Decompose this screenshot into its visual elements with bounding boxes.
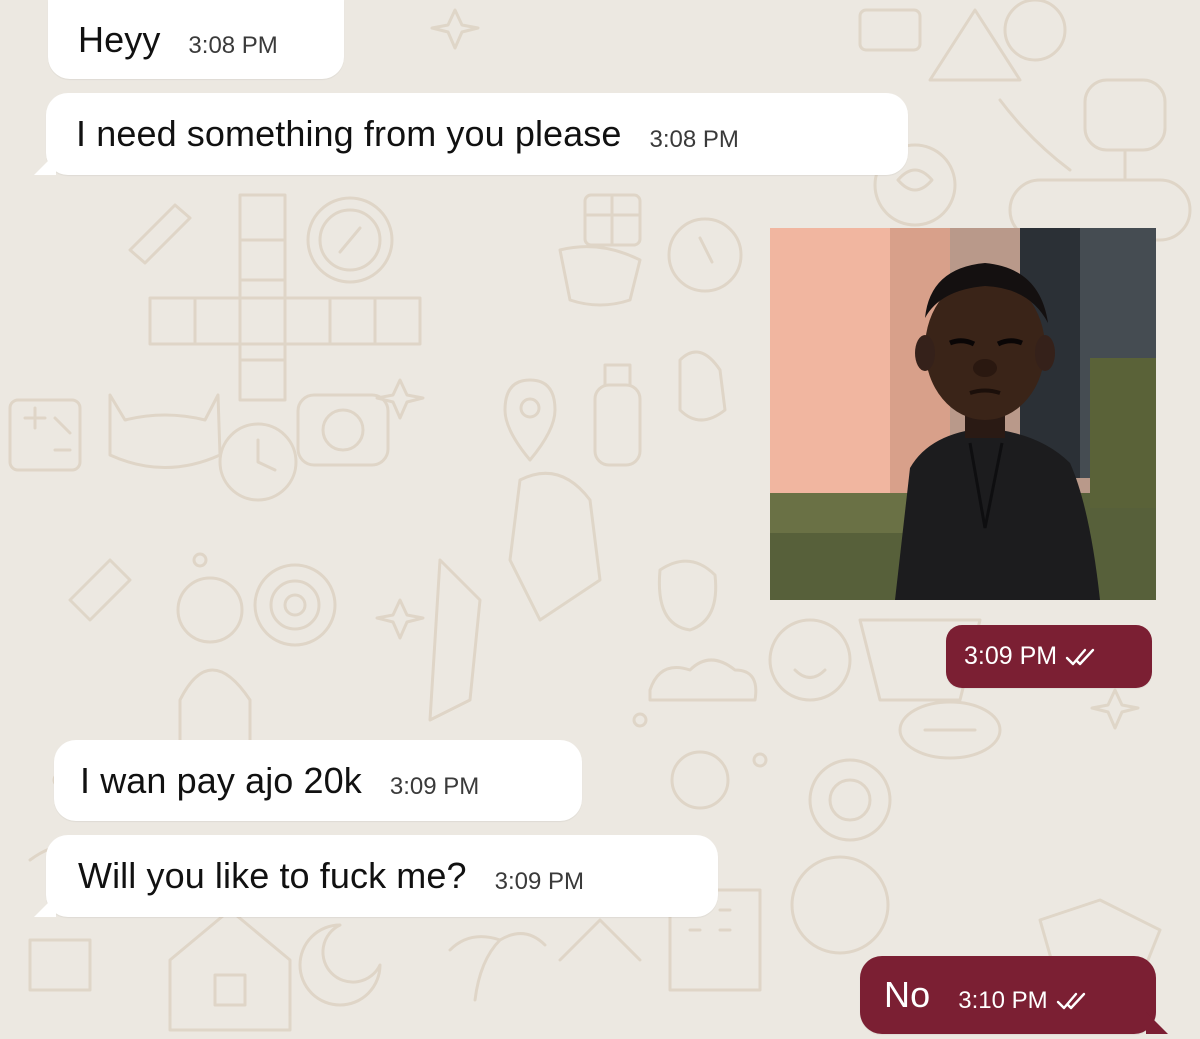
outgoing-message-bubble[interactable]: No 3:10 PM bbox=[860, 956, 1168, 1034]
message-timestamp: 3:08 PM bbox=[188, 31, 278, 59]
message-timestamp: 3:10 PM bbox=[958, 987, 1048, 1014]
message-text: I wan pay ajo 20k bbox=[80, 759, 362, 801]
outgoing-image-status-bubble[interactable]: 3:09 PM bbox=[946, 625, 1152, 688]
message-text: No bbox=[884, 974, 931, 1015]
message-timestamp: 3:09 PM bbox=[494, 868, 585, 895]
double-check-icon bbox=[1056, 992, 1085, 1010]
message-timestamp: 3:09 PM bbox=[964, 642, 1058, 670]
incoming-message-bubble[interactable]: Heyy 3:08 PM bbox=[48, 0, 344, 79]
incoming-message-bubble[interactable]: Will you like to fuck me? 3:09 PM bbox=[34, 835, 718, 917]
photo-image bbox=[770, 228, 1156, 600]
message-timestamp: 3:08 PM bbox=[649, 126, 739, 153]
incoming-message-bubble[interactable]: I need something from you please 3:08 PM bbox=[34, 93, 908, 175]
message-text: Will you like to fuck me? bbox=[78, 855, 467, 896]
double-check-icon bbox=[1065, 648, 1095, 665]
incoming-message-bubble[interactable]: I wan pay ajo 20k 3:09 PM bbox=[54, 740, 582, 821]
message-timestamp: 3:09 PM bbox=[389, 772, 480, 800]
message-text: I need something from you please bbox=[76, 113, 622, 154]
sent-image-photo[interactable] bbox=[770, 228, 1156, 600]
crossword-doodle-icon bbox=[148, 193, 422, 402]
message-text: Heyy bbox=[78, 18, 161, 60]
